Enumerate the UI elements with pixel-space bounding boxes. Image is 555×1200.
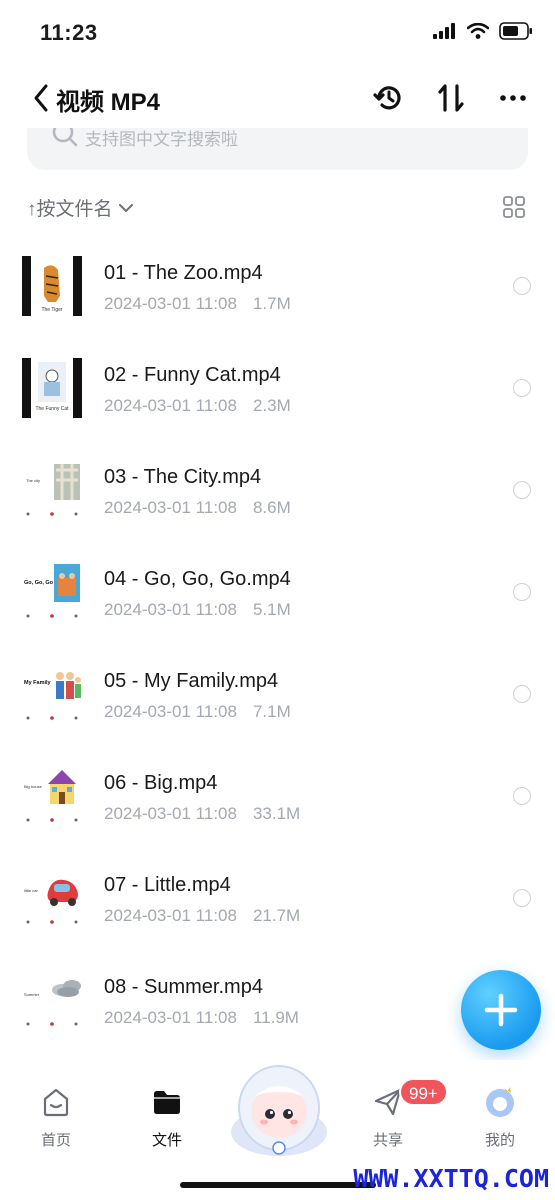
wifi-icon (467, 23, 489, 39)
tab-profile-label: 我的 (484, 1132, 515, 1149)
more-icon[interactable] (496, 80, 532, 116)
folder-icon (154, 1091, 180, 1114)
thumb-caption: The city (26, 478, 40, 483)
plus-icon (484, 993, 518, 1027)
file-meta: 2024-03-01 11:08 21.7M (104, 906, 300, 926)
share-badge: 99+ (399, 1078, 448, 1106)
file-row[interactable]: Go, Go, Go 04 - Go, Go, Go.mp4 2024-03-0… (0, 542, 555, 644)
file-row[interactable]: The Tiger 01 - The Zoo.mp4 2024-03-01 11… (0, 236, 555, 338)
watermark: WWW.XXTTQ.COM (353, 1164, 549, 1193)
tab-share-label: 共享 (372, 1132, 403, 1149)
select-checkbox[interactable] (513, 481, 531, 499)
file-row[interactable]: The city 03 - The City.mp4 2024-03-01 11… (0, 440, 555, 542)
video-thumbnail: My Family (22, 664, 82, 724)
thumb-caption: Go, Go, Go (24, 580, 54, 586)
tab-files[interactable]: 文件 (127, 1086, 207, 1150)
file-name: 01 - The Zoo.mp4 (104, 262, 263, 284)
file-date: 2024-03-01 11:08 (104, 1008, 237, 1027)
video-thumbnail: The Tiger (22, 256, 82, 316)
profile-icon (486, 1087, 514, 1117)
select-checkbox[interactable] (513, 277, 531, 295)
select-checkbox[interactable] (513, 583, 531, 601)
file-name: 05 - My Family.mp4 (104, 670, 279, 692)
file-name: 07 - Little.mp4 (104, 874, 231, 896)
file-size: 21.7M (252, 906, 301, 925)
chevron-down-icon (118, 203, 133, 212)
file-name: 06 - Big.mp4 (104, 772, 218, 794)
thumb-caption: Big house (24, 784, 43, 789)
file-meta: 2024-03-01 11:08 1.7M (104, 294, 291, 314)
home-icon (43, 1088, 69, 1117)
tab-profile[interactable]: 我的 (460, 1086, 540, 1150)
video-thumbnail: The Funny Cat (22, 358, 82, 418)
thumb-caption: The Tiger (41, 307, 62, 313)
select-checkbox[interactable] (513, 787, 531, 805)
file-date: 2024-03-01 11:08 (104, 294, 237, 313)
sort-row: ↑按文件名 (0, 192, 555, 222)
mascot-icon[interactable] (226, 1052, 332, 1162)
file-name: 02 - Funny Cat.mp4 (104, 364, 281, 386)
tab-files-label: 文件 (151, 1132, 182, 1149)
video-thumbnail: little car (22, 868, 82, 928)
status-bar: 11:23 (0, 0, 555, 64)
file-name: 03 - The City.mp4 (104, 466, 262, 488)
search-placeholder: 支持图中文字搜索啦 (85, 130, 238, 149)
tab-home[interactable]: 首页 (16, 1086, 96, 1150)
select-checkbox[interactable] (513, 685, 531, 703)
video-thumbnail: Big house (22, 766, 82, 826)
signal-icon (433, 23, 455, 39)
battery-icon (499, 22, 532, 40)
file-name: 08 - Summer.mp4 (104, 976, 263, 998)
file-meta: 2024-03-01 11:08 5.1M (104, 600, 291, 620)
file-meta: 2024-03-01 11:08 7.1M (104, 702, 291, 722)
file-date: 2024-03-01 11:08 (104, 804, 237, 823)
file-size: 2.3M (252, 396, 291, 415)
search-icon (52, 128, 78, 147)
select-checkbox[interactable] (513, 889, 531, 907)
thumb-caption: The Funny Cat (35, 406, 69, 412)
file-row[interactable]: Big house 06 - Big.mp4 2024-03-01 11:08 3… (0, 746, 555, 848)
status-time: 11:23 (40, 20, 98, 45)
thumb-caption: little car (24, 888, 38, 893)
header: 视频 MP4 (0, 70, 555, 126)
file-meta: 2024-03-01 11:08 2.3M (104, 396, 291, 416)
file-meta: 2024-03-01 11:08 8.6M (104, 498, 291, 518)
grid-view-icon[interactable] (503, 196, 525, 218)
file-size: 8.6M (252, 498, 291, 517)
tab-home-label: 首页 (40, 1132, 71, 1149)
add-button[interactable] (461, 970, 541, 1050)
file-size: 33.1M (252, 804, 301, 823)
status-icons (433, 22, 533, 40)
video-thumbnail: Go, Go, Go (22, 562, 82, 622)
home-indicator (180, 1182, 376, 1188)
thumb-caption: Summer (24, 992, 40, 997)
file-size: 5.1M (252, 600, 291, 619)
file-date: 2024-03-01 11:08 (104, 498, 237, 517)
file-list: The Tiger 01 - The Zoo.mp4 2024-03-01 11… (0, 236, 555, 1052)
file-size: 7.1M (252, 702, 291, 721)
file-meta: 2024-03-01 11:08 33.1M (104, 804, 300, 824)
file-date: 2024-03-01 11:08 (104, 906, 237, 925)
file-row[interactable]: The Funny Cat 02 - Funny Cat.mp4 2024-03… (0, 338, 555, 440)
file-name: 04 - Go, Go, Go.mp4 (104, 568, 291, 590)
file-size: 1.7M (252, 294, 291, 313)
video-thumbnail: Summer (22, 970, 82, 1030)
file-meta: 2024-03-01 11:08 11.9M (104, 1008, 299, 1028)
thumb-caption: My Family (24, 680, 52, 686)
sort-transfer-icon[interactable] (433, 80, 469, 116)
video-thumbnail: The city (22, 460, 82, 520)
file-date: 2024-03-01 11:08 (104, 600, 237, 619)
select-checkbox[interactable] (513, 379, 531, 397)
sort-label: ↑按文件名 (27, 199, 113, 220)
file-date: 2024-03-01 11:08 (104, 396, 237, 415)
search-input[interactable]: 支持图中文字搜索啦 (27, 128, 528, 170)
file-size: 11.9M (252, 1008, 299, 1027)
file-row[interactable]: My Family 05 - My Family.mp4 2024-03-01 … (0, 644, 555, 746)
history-icon[interactable] (371, 80, 407, 116)
sort-dropdown[interactable]: ↑按文件名 (27, 194, 135, 221)
file-row[interactable]: little car 07 - Little.mp4 2024-03-01 11… (0, 848, 555, 950)
file-date: 2024-03-01 11:08 (104, 702, 237, 721)
page-title: 视频 MP4 (56, 89, 161, 116)
back-icon[interactable] (30, 82, 54, 114)
